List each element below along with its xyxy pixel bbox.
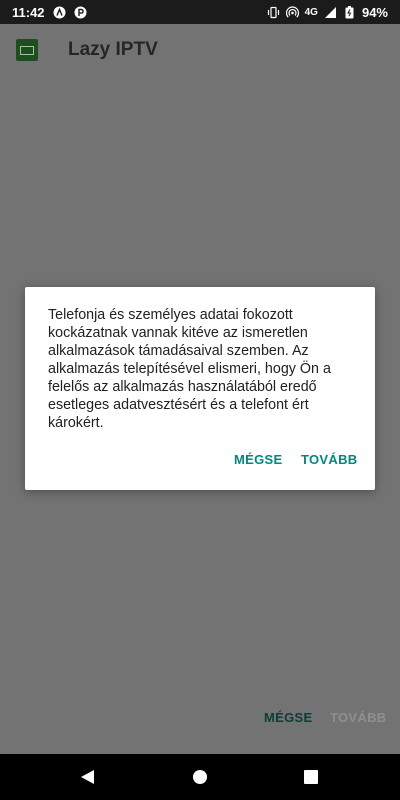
app-bar: Lazy IPTV — [0, 24, 400, 76]
status-time: 11:42 — [12, 4, 45, 20]
dialog-actions: MÉGSE TOVÁBB — [25, 452, 375, 472]
status-bar: 11:42 4G 94% — [0, 0, 400, 24]
home-icon[interactable] — [192, 769, 208, 785]
dialog-message: Telefonja és személyes adatai fokozott k… — [48, 307, 331, 431]
app-a-icon — [53, 6, 66, 19]
app-title: Lazy IPTV — [68, 39, 158, 60]
background-button-row: MÉGSE TOVÁBB — [0, 710, 400, 734]
back-icon[interactable] — [79, 769, 97, 785]
lazy-iptv-app-icon — [16, 39, 38, 61]
battery-percent: 94% — [361, 4, 388, 20]
network-type: 4G — [304, 6, 318, 18]
background-cancel-button[interactable]: MÉGSE — [264, 710, 312, 725]
dialog-cancel-button[interactable]: MÉGSE — [234, 452, 282, 467]
security-warning-dialog: Telefonja és személyes adatai fokozott k… — [25, 287, 375, 490]
battery-icon — [343, 5, 356, 19]
parking-p-icon — [74, 6, 87, 19]
signal-icon — [324, 6, 337, 19]
status-right: 4G 94% — [267, 5, 388, 20]
navigation-bar — [0, 754, 400, 800]
vibrate-icon — [267, 6, 280, 19]
dialog-continue-button[interactable]: TOVÁBB — [301, 452, 357, 467]
hotspot-icon — [285, 5, 299, 19]
background-next-button[interactable]: TOVÁBB — [330, 710, 386, 725]
recents-icon[interactable] — [303, 769, 319, 785]
status-left: 11:42 — [12, 5, 87, 20]
